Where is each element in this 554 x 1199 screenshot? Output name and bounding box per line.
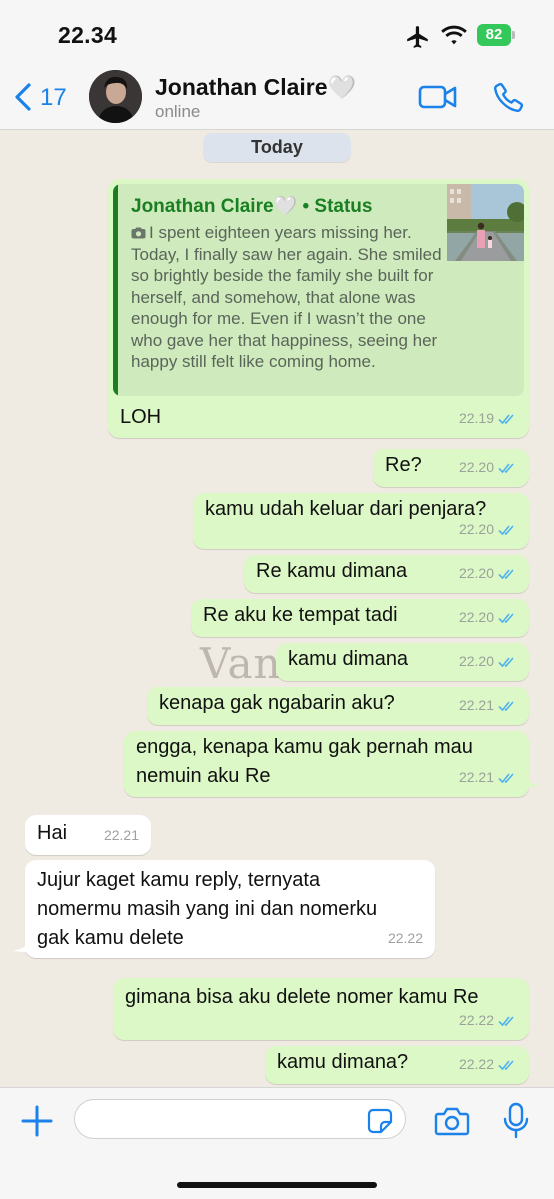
message-time: 22.19: [458, 410, 494, 426]
quoted-status-title: Jonathan Claire🤍 • Status: [131, 196, 373, 217]
back-chevron-icon[interactable]: [12, 82, 34, 112]
message-bubble-outgoing[interactable]: Re kamu dimana 22.20: [244, 555, 529, 593]
message-meta: 22.20: [459, 515, 517, 544]
message-meta: 22.22: [388, 924, 423, 953]
quoted-status-text: I spent eighteen years missing her. Toda…: [131, 223, 442, 371]
date-separator: Today: [203, 133, 351, 162]
message-input[interactable]: [74, 1099, 406, 1139]
back-unread-count[interactable]: 17: [40, 84, 67, 112]
chat-area[interactable]: Today Jonathan Claire🤍 • Status I spent …: [0, 131, 554, 1087]
read-ticks-icon: [498, 462, 514, 473]
home-indicator: [177, 1182, 377, 1188]
contact-name[interactable]: Jonathan Claire🤍: [155, 74, 356, 101]
phone-call-icon[interactable]: [493, 80, 525, 114]
message-time: 22.20: [458, 565, 494, 581]
message-meta: 22.22: [459, 1006, 517, 1035]
microphone-icon[interactable]: [502, 1102, 530, 1140]
read-ticks-icon: [498, 612, 514, 623]
message-bubble-outgoing[interactable]: Re? 22.20: [373, 449, 529, 487]
message-time: 22.20: [458, 459, 494, 475]
message-bubble-outgoing[interactable]: engga, kenapa kamu gak pernah mau nemuin…: [124, 731, 529, 797]
message-time: 22.20: [458, 609, 494, 625]
message-time: 22.22: [458, 1012, 494, 1028]
message-time: 22.20: [458, 521, 494, 537]
read-ticks-icon: [498, 568, 514, 579]
camera-icon[interactable]: [434, 1105, 470, 1137]
message-input-bar: [0, 1087, 554, 1199]
message-meta: 22.20: [459, 603, 517, 632]
message-meta: 22.21: [459, 763, 517, 792]
message-bubble-outgoing[interactable]: kamu udah keluar dari penjara? 22.20: [193, 493, 529, 549]
message-bubble-outgoing[interactable]: kamu dimana? 22.22: [265, 1046, 529, 1084]
read-ticks-icon: [498, 700, 514, 711]
message-meta: 22.20: [459, 453, 517, 482]
sticker-icon[interactable]: [367, 1108, 393, 1134]
bubble-tail: [12, 936, 32, 952]
quoted-status-body: I spent eighteen years missing her. Toda…: [131, 222, 446, 373]
message-bubble-outgoing[interactable]: kenapa gak ngabarin aku? 22.21: [147, 687, 529, 725]
chat-header: 17 Jonathan Claire🤍 online: [0, 62, 554, 130]
battery-tip: [512, 31, 515, 39]
quote-bar: [113, 184, 118, 396]
read-ticks-icon: [498, 656, 514, 667]
avatar-photo: [89, 70, 142, 123]
status-time: 22.34: [58, 22, 118, 48]
airplane-mode-icon: [407, 26, 428, 48]
message-text: LOH: [120, 406, 162, 428]
message-time: 22.20: [458, 653, 494, 669]
message-time: 22.22: [458, 1056, 494, 1072]
plus-icon[interactable]: [20, 1104, 54, 1138]
message-meta: 22.21: [459, 691, 517, 720]
bubble-tail: [522, 771, 542, 787]
message-time: 22.21: [103, 827, 139, 843]
read-ticks-icon: [498, 524, 514, 535]
message-meta: 22.19: [459, 404, 517, 433]
message-bubble-outgoing[interactable]: kamu dimana 22.20: [276, 643, 529, 681]
message-bubble-incoming[interactable]: Jujur kaget kamu reply, ternyata nomermu…: [25, 860, 435, 958]
video-call-icon[interactable]: [418, 82, 458, 112]
wifi-icon: [441, 25, 467, 45]
message-bubble-outgoing[interactable]: gimana bisa aku delete nomer kamu Re 22.…: [113, 978, 529, 1040]
message-time: 22.21: [458, 769, 494, 785]
read-ticks-icon: [498, 1015, 514, 1026]
camera-icon: [131, 227, 146, 239]
message-text: Jujur kaget kamu reply, ternyata nomermu…: [37, 869, 378, 949]
message-meta: 22.21: [104, 821, 139, 850]
message-bubble-incoming[interactable]: Hai 22.21: [25, 815, 151, 855]
quoted-status-card[interactable]: Jonathan Claire🤍 • Status I spent eighte…: [113, 184, 524, 396]
battery-indicator: 82: [477, 24, 511, 46]
message-bubble-outgoing[interactable]: Re aku ke tempat tadi 22.20: [191, 599, 529, 637]
status-bar: 22.34 82: [0, 0, 554, 62]
message-time: 22.21: [458, 697, 494, 713]
message-meta: 22.22: [459, 1050, 517, 1079]
message-meta: 22.20: [459, 647, 517, 676]
read-ticks-icon: [498, 1059, 514, 1070]
message-time: 22.22: [387, 930, 423, 946]
read-ticks-icon: [498, 772, 514, 783]
message-meta: 22.20: [459, 559, 517, 588]
avatar[interactable]: [89, 70, 142, 123]
contact-status: online: [155, 102, 201, 121]
read-ticks-icon: [498, 413, 514, 424]
status-thumbnail-image: [447, 184, 524, 261]
message-bubble-outgoing[interactable]: Jonathan Claire🤍 • Status I spent eighte…: [108, 179, 529, 438]
